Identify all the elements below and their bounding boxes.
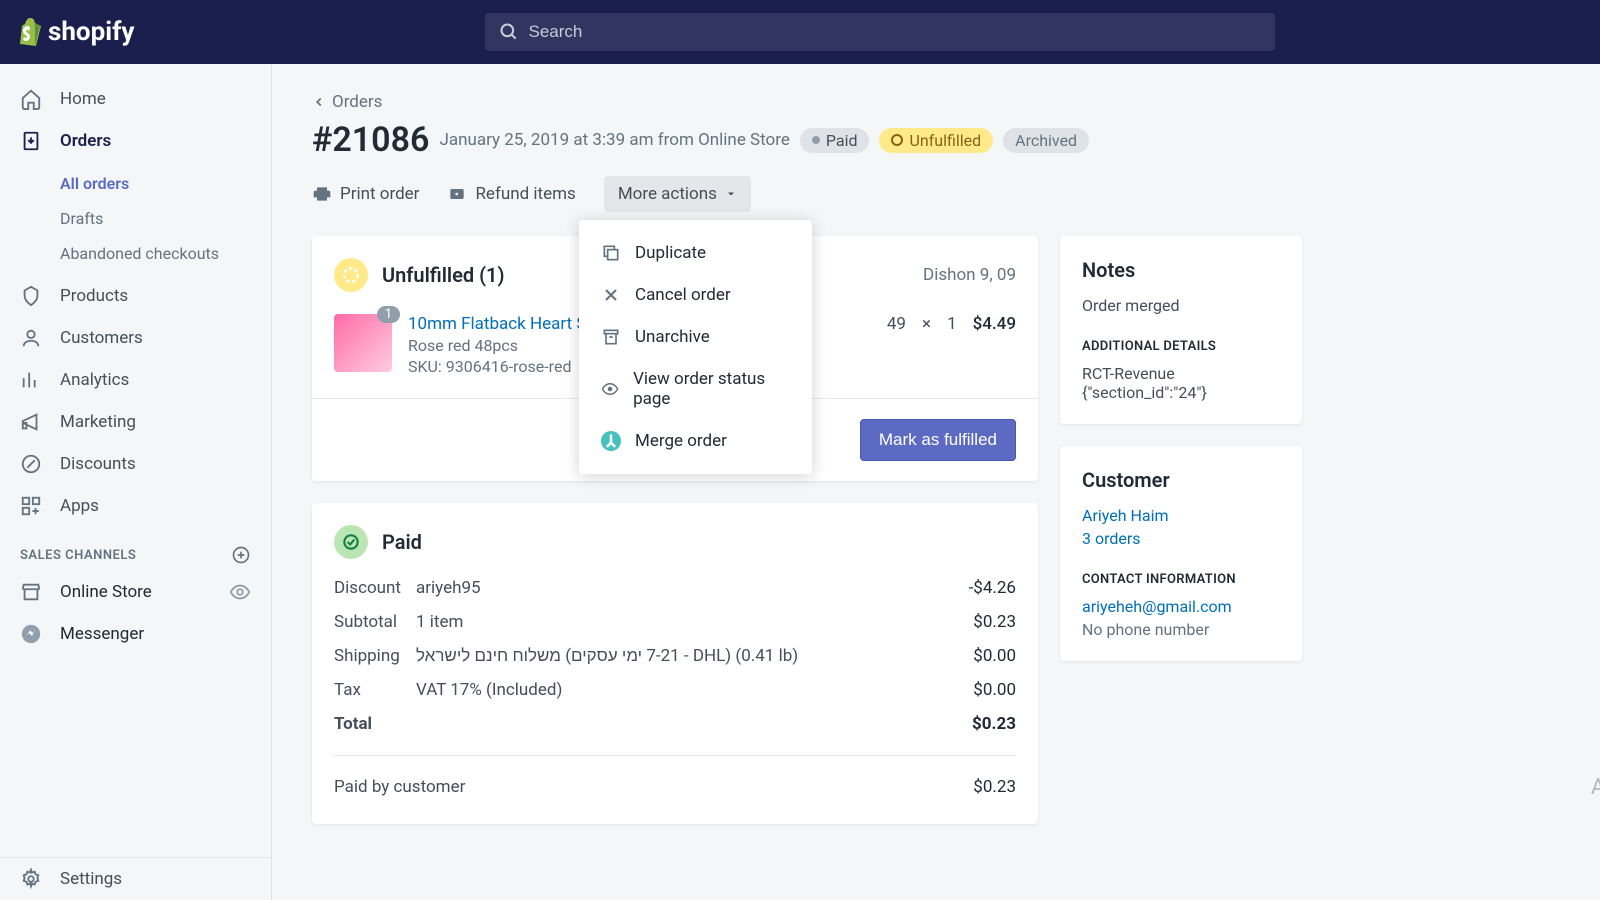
paid-card: Paid Discountariyeh95-$4.26 Subtotal1 it… <box>312 503 1038 824</box>
actions-row: Print order Refund items More actions Du… <box>312 176 1302 212</box>
logo[interactable]: shopify <box>18 17 135 47</box>
dropdown-view-status[interactable]: View order status page <box>579 358 812 420</box>
row-shipping: Shippingמשלוח חינם לישראל (7-21 ימי עסקי… <box>312 639 1038 673</box>
paid-status-icon <box>334 525 368 559</box>
more-actions-button[interactable]: More actions <box>604 176 751 212</box>
item-total: $4.49 <box>973 314 1016 334</box>
customer-name-link[interactable]: Ariyeh Haim <box>1082 506 1280 525</box>
add-channel-icon[interactable] <box>231 545 251 565</box>
title-row: #21086 January 25, 2019 at 3:39 am from … <box>312 120 1302 160</box>
print-order[interactable]: Print order <box>312 184 419 204</box>
duplicate-icon <box>601 243 621 263</box>
sales-channels-header: SALES CHANNELS <box>0 527 271 571</box>
nav-products[interactable]: Products <box>0 275 271 317</box>
badge-paid: Paid <box>800 128 870 153</box>
nav-discounts[interactable]: Discounts <box>0 443 271 485</box>
watermark-line1: Activ <box>1591 775 1600 800</box>
channel-messenger[interactable]: Messenger <box>0 613 271 655</box>
order-title: #21086 <box>312 120 429 160</box>
nav-orders[interactable]: Orders <box>0 120 271 162</box>
nav-marketing[interactable]: Marketing <box>0 401 271 443</box>
sidebar: Home Orders All orders Drafts Abandoned … <box>0 64 272 900</box>
row-tax: TaxVAT 17% (Included)$0.00 <box>312 673 1038 707</box>
customer-orders-link[interactable]: 3 orders <box>1082 529 1280 548</box>
eye-icon[interactable] <box>229 581 251 603</box>
notes-title: Notes <box>1082 258 1280 282</box>
caret-down-icon <box>725 188 737 200</box>
print-icon <box>312 184 332 204</box>
dropdown-duplicate[interactable]: Duplicate <box>579 232 812 274</box>
contact-info-header: CONTACT INFORMATION <box>1082 572 1280 587</box>
paid-title: Paid <box>382 530 422 554</box>
divider <box>334 755 1016 756</box>
unfulfilled-status-icon <box>334 258 368 292</box>
dropdown-unarchive[interactable]: Unarchive <box>579 316 812 358</box>
chevron-left-icon <box>312 95 326 109</box>
order-meta: January 25, 2019 at 3:39 am from Online … <box>439 130 789 150</box>
nav-home[interactable]: Home <box>0 78 271 120</box>
rct-label: RCT-Revenue <box>1082 364 1280 383</box>
item-qty-badge: 1 <box>377 306 400 323</box>
breadcrumb[interactable]: Orders <box>312 92 1302 112</box>
customer-phone: No phone number <box>1082 620 1280 639</box>
customer-email-link[interactable]: ariyeheh@gmail.com <box>1082 597 1280 616</box>
close-icon <box>601 285 621 305</box>
channel-online-store[interactable]: Online Store <box>0 571 271 613</box>
item-price: 49×1 <box>887 314 957 334</box>
fulfillment-location: Dishon 9, 09 <box>923 265 1016 285</box>
archive-icon <box>601 327 621 347</box>
row-subtotal: Subtotal1 item$0.23 <box>312 605 1038 639</box>
customer-card: Customer Ariyeh Haim 3 orders CONTACT IN… <box>1060 446 1302 661</box>
nav-all-orders[interactable]: All orders <box>60 166 271 201</box>
search-icon <box>499 22 519 42</box>
nav-analytics[interactable]: Analytics <box>0 359 271 401</box>
nav-abandoned[interactable]: Abandoned checkouts <box>60 236 271 271</box>
additional-details-header: ADDITIONAL DETAILS <box>1082 339 1280 354</box>
row-total: Total$0.23 <box>312 707 1038 741</box>
search-box[interactable] <box>485 13 1275 51</box>
brand-label: shopify <box>48 17 135 47</box>
notes-body: Order merged <box>1082 296 1280 315</box>
badge-archived: Archived <box>1003 128 1089 153</box>
nav-settings[interactable]: Settings <box>0 858 271 900</box>
eye-icon <box>601 379 619 399</box>
main-content: Orders #21086 January 25, 2019 at 3:39 a… <box>272 64 1600 900</box>
refund-icon <box>447 184 467 204</box>
row-discount: Discountariyeh95-$4.26 <box>312 571 1038 605</box>
row-paid-by-customer: Paid by customer$0.23 <box>312 770 1038 804</box>
topbar: shopify <box>0 0 1600 64</box>
mark-fulfilled-button[interactable]: Mark as fulfilled <box>860 419 1016 461</box>
shopify-bag-icon <box>18 18 42 46</box>
nav-customers[interactable]: Customers <box>0 317 271 359</box>
nav-drafts[interactable]: Drafts <box>60 201 271 236</box>
rct-value: {"section_id":"24"} <box>1082 383 1280 402</box>
badge-unfulfilled: Unfulfilled <box>879 128 993 153</box>
customer-title: Customer <box>1082 468 1280 492</box>
dropdown-cancel[interactable]: Cancel order <box>579 274 812 316</box>
notes-card: Notes Order merged ADDITIONAL DETAILS RC… <box>1060 236 1302 424</box>
fulfillment-title: Unfulfilled (1) <box>382 263 505 287</box>
refund-items[interactable]: Refund items <box>447 184 575 204</box>
more-actions-dropdown: Duplicate Cancel order Unarchive View or… <box>579 220 812 474</box>
dropdown-merge[interactable]: Merge order <box>579 420 812 462</box>
nav-orders-sub: All orders Drafts Abandoned checkouts <box>0 162 271 275</box>
merge-icon <box>601 431 621 451</box>
nav-apps[interactable]: Apps <box>0 485 271 527</box>
item-thumbnail[interactable]: 1 <box>334 314 392 372</box>
search-input[interactable] <box>529 22 1261 42</box>
